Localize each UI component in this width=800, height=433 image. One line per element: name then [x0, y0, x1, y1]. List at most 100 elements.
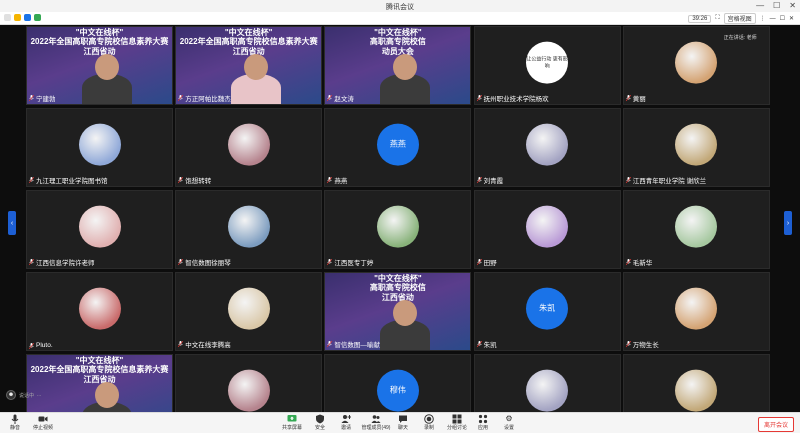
participant-tile[interactable]: "中文在线杯" 2022年全国高职高专院校信息素养大赛 江西省动 方正阿帕比魏杰 — [175, 26, 323, 105]
participant-avatar: 燕燕 — [376, 123, 419, 166]
participant-tile[interactable]: "中文在线杯" 高职高专院校信 动员大会 赵文涛 — [324, 26, 472, 105]
participant-name: 中文在线李腾高 — [185, 342, 231, 349]
share-screen-label: 共享屏幕 — [281, 425, 302, 431]
participant-avatar — [227, 205, 270, 248]
leave-meeting-button[interactable]: 离开会议 — [757, 417, 794, 432]
record-icon — [424, 414, 434, 424]
stop-video-button[interactable]: 停止视频 — [30, 414, 56, 431]
breakout-rooms-label: 分组讨论 — [446, 425, 467, 431]
participant-name-tag: 智信数图徐丽琴 — [178, 257, 231, 267]
participant-name-tag: 中文在线李腾高 — [178, 339, 231, 349]
mic-muted-icon — [29, 95, 34, 101]
prev-page-button[interactable]: ‹ — [8, 211, 16, 235]
fullscreen-icon[interactable]: ⛶ — [715, 15, 719, 22]
self-avatar: ☻ — [6, 390, 16, 400]
mic-muted-icon — [29, 342, 34, 349]
participant-tile[interactable]: 刘青霞 — [473, 108, 621, 187]
meeting-timer: 39:26 — [688, 14, 712, 23]
mic-muted-icon — [476, 95, 482, 101]
signal-icon[interactable] — [34, 14, 41, 21]
participant-name: Pluto. — [36, 342, 53, 349]
share-screen-button[interactable]: 共享屏幕 — [279, 414, 305, 431]
participant-tile[interactable]: 九江理工职业学院图书馆 — [26, 108, 173, 187]
participant-name: 赵文涛 — [334, 96, 354, 103]
participant-avatar — [526, 369, 569, 412]
participant-avatar — [78, 123, 121, 166]
participant-tile[interactable]: 智信数图徐丽琴 — [175, 190, 323, 269]
settings-button[interactable]: ⚙ 设置 — [496, 414, 522, 431]
participant-tile[interactable]: 燕燕 燕燕 — [324, 108, 472, 187]
manage-members-button[interactable]: 管理成员(49) — [359, 414, 393, 431]
mic-muted-icon — [327, 341, 333, 347]
participant-avatar — [78, 205, 121, 248]
invite-label: 邀请 — [340, 425, 351, 431]
self-view-mini[interactable]: ☻ 说话中 ... — [6, 390, 41, 400]
participant-name: 江西青年职业学院 谢欣兰 — [632, 178, 707, 185]
participant-avatar — [675, 205, 718, 248]
participant-name: 田野 — [483, 260, 497, 267]
apps-icon — [478, 414, 488, 424]
participant-figure — [82, 54, 132, 104]
participant-tile[interactable]: Pluto. — [26, 272, 173, 351]
microphone-icon — [10, 414, 20, 424]
title-bar: 腾讯会议 — ☐ ✕ — [0, 0, 800, 12]
shield-icon[interactable] — [24, 14, 31, 21]
mic-muted-icon — [327, 259, 333, 265]
mic-muted-icon — [476, 177, 482, 183]
more-icon[interactable]: ⋮ — [760, 15, 766, 22]
participant-avatar — [376, 205, 419, 248]
close2-button[interactable]: ✕ — [789, 15, 794, 22]
breakout-rooms-icon — [452, 414, 462, 424]
participant-tile[interactable]: 江西青年职业学院 谢欣兰 — [622, 108, 770, 187]
view-switch-button[interactable]: 宫格视图 — [723, 13, 756, 24]
info-icon[interactable] — [4, 14, 11, 21]
participant-name-tag: 赵文涛 — [327, 93, 354, 103]
participant-tile[interactable]: 毛新华 — [622, 190, 770, 269]
meeting-info-bar: 39:26 ⛶ 宫格视图 ⋮ — ☐ ✕ — [0, 12, 800, 25]
participant-tile[interactable]: 江西信息学院许老师 — [26, 190, 173, 269]
maximize2-button[interactable]: ☐ — [780, 15, 785, 22]
participant-tile[interactable]: "中文在线杯" 高职高专院校信 江西省动 智信数图—喻献 — [324, 272, 472, 351]
record-button[interactable]: 录制 — [416, 414, 442, 431]
next-page-button[interactable]: › — [784, 211, 792, 235]
mic-muted-icon — [625, 259, 631, 265]
participant-name-tag: 刘青霞 — [476, 175, 503, 185]
participant-avatar: 让公益行动 更有影响 — [526, 41, 569, 84]
close-button[interactable]: ✕ — [789, 1, 796, 10]
chat-label: 聊天 — [397, 425, 408, 431]
participant-tile[interactable]: 田野 — [473, 190, 621, 269]
participant-name-tag: 九江理工职业学院图书馆 — [29, 175, 108, 185]
minimize2-button[interactable]: — — [770, 16, 776, 22]
share-screen-icon — [287, 414, 297, 424]
participant-tile[interactable]: 中文在线李腾高 — [175, 272, 323, 351]
participant-name-tag: 智信数图—喻献 — [327, 339, 380, 349]
participant-avatar — [675, 123, 718, 166]
maximize-button[interactable]: ☐ — [773, 1, 780, 10]
participant-figure — [380, 54, 431, 104]
invite-button[interactable]: 邀请 — [333, 414, 359, 431]
mute-button[interactable]: 静音 — [2, 414, 28, 431]
apps-button[interactable]: 应用 — [470, 414, 496, 431]
participant-name: 江西信息学院许老师 — [36, 260, 95, 267]
breakout-rooms-button[interactable]: 分组讨论 — [444, 414, 470, 431]
security-button[interactable]: 安全 — [307, 414, 333, 431]
participant-tile[interactable]: 饱想转转 — [175, 108, 323, 187]
participant-tile[interactable]: 让公益行动 更有影响 抚州职业技术学院杨欢 — [473, 26, 621, 105]
chat-button[interactable]: 聊天 — [390, 414, 416, 431]
gear-icon: ⚙ — [505, 414, 513, 423]
participant-avatar — [526, 123, 569, 166]
participant-name-tag: 黄丽 — [625, 93, 646, 103]
participant-name: 智信数图—喻献 — [334, 342, 380, 349]
participant-tile[interactable]: 正在讲话: 老师 黄丽 — [622, 26, 770, 105]
speaking-suffix: ... — [37, 392, 42, 398]
participant-tile[interactable]: 万物生长 — [622, 272, 770, 351]
participant-figure — [231, 54, 282, 104]
network-icon[interactable] — [14, 14, 21, 21]
participant-tile[interactable]: 朱凯 朱凯 — [473, 272, 621, 351]
camera-icon — [38, 414, 48, 424]
mic-muted-icon — [327, 177, 333, 183]
minimize-button[interactable]: — — [756, 1, 764, 10]
participant-tile[interactable]: "中文在线杯" 2022年全国高职高专院校信息素养大赛 江西省动 宁建勃 — [26, 26, 173, 105]
mic-muted-icon — [625, 95, 631, 101]
participant-tile[interactable]: 江西医专丁婷 — [324, 190, 472, 269]
